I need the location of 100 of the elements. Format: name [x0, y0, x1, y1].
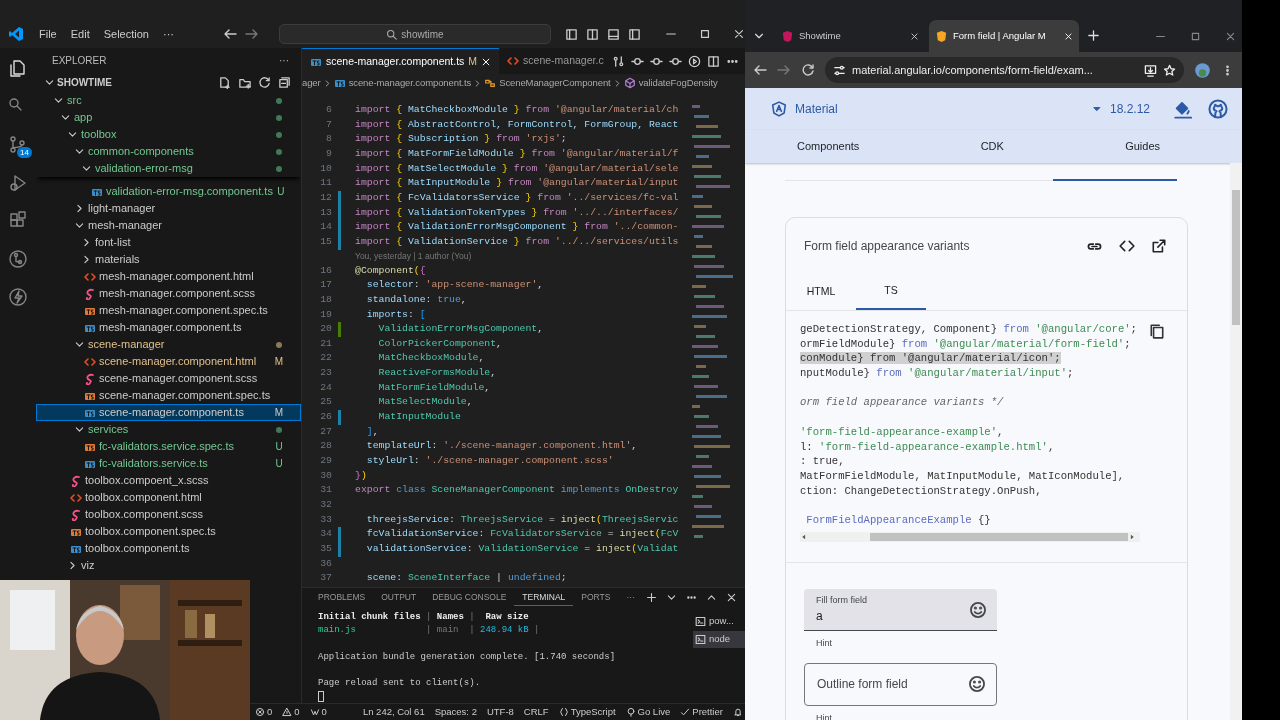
version-label[interactable]: 18.2.12 — [1109, 100, 1150, 118]
close-icon[interactable] — [733, 28, 745, 40]
new-tab-icon[interactable] — [1087, 29, 1100, 42]
folder-entry[interactable]: materials — [36, 251, 301, 268]
forward-arrow-icon[interactable] — [244, 27, 259, 41]
close-icon[interactable] — [481, 56, 492, 67]
folder-entry[interactable]: scene-manager — [36, 336, 301, 353]
refresh-icon[interactable] — [258, 75, 271, 89]
section-header[interactable]: SHOWTIME — [36, 72, 301, 92]
folder-entry[interactable]: validation-error-msg — [36, 160, 301, 177]
command-search-field[interactable]: showtime — [278, 24, 551, 44]
menu-item[interactable]: ··· — [155, 25, 181, 43]
change-marker[interactable] — [338, 220, 341, 235]
folder-entry[interactable]: common-components — [36, 143, 301, 160]
editor-split-icon[interactable] — [586, 27, 599, 41]
close-icon[interactable] — [910, 31, 919, 41]
change-marker[interactable] — [338, 234, 341, 250]
change-marker[interactable] — [338, 205, 341, 221]
back-arrow-icon[interactable] — [222, 27, 237, 41]
new-file-icon[interactable] — [218, 75, 231, 89]
explorer-entry[interactable]: scene-manager.component.ts M — [36, 404, 301, 421]
explorer-entry[interactable]: fc-validators.service.spec.ts U — [36, 438, 301, 455]
folder-entry[interactable]: services — [36, 421, 301, 438]
copy-icon[interactable] — [1149, 323, 1165, 339]
profile-avatar-icon[interactable] — [1194, 61, 1211, 79]
address-bar[interactable]: material.angular.io/components/form-field/exam... — [825, 57, 1184, 83]
code-tab[interactable]: TS — [856, 274, 926, 310]
explorer-entry[interactable]: scene-manager.component.scss — [36, 370, 301, 387]
folder-entry[interactable]: viz — [36, 557, 301, 574]
activity-bar-button[interactable]: 14 — [4, 132, 32, 158]
dropdown-icon[interactable] — [666, 592, 677, 603]
menu-item[interactable]: Edit — [63, 25, 97, 43]
forward-arrow-icon[interactable] — [777, 63, 791, 77]
collapse-all-icon[interactable] — [278, 75, 291, 89]
open-in-new-icon[interactable] — [1151, 238, 1167, 254]
new-terminal-icon[interactable] — [646, 592, 657, 603]
caret-icon[interactable] — [1091, 104, 1102, 114]
layout-icon[interactable] — [628, 27, 641, 41]
explorer-entry[interactable]: mesh-manager.component.spec.ts — [36, 302, 301, 319]
code-icon[interactable] — [1119, 238, 1135, 254]
terminal-list-item[interactable]: node — [693, 631, 745, 648]
maximize-icon[interactable] — [1190, 31, 1201, 42]
maximize-panel-icon[interactable] — [706, 592, 717, 603]
back-arrow-icon[interactable] — [753, 63, 767, 77]
folder-entry[interactable]: app — [36, 109, 301, 126]
explorer-entry[interactable]: scene-manager.component.html M — [36, 353, 301, 370]
change-marker[interactable] — [338, 322, 341, 337]
reload-icon[interactable] — [801, 63, 815, 77]
explorer-entry[interactable]: validation-error-msg.component.ts U — [36, 183, 301, 200]
folder-entry[interactable]: toolbox — [36, 126, 301, 143]
more-actions-button[interactable]: ··· — [279, 52, 289, 68]
scroll-left-icon[interactable] — [800, 532, 808, 541]
fill-form-field[interactable]: Fill form field a — [804, 589, 997, 631]
terminal-list-item[interactable]: pow... — [693, 613, 745, 630]
explorer-entry[interactable]: mesh-manager.component.html — [36, 268, 301, 285]
outline-form-field[interactable]: Outline form field — [804, 662, 997, 706]
explorer-entry[interactable]: toolbox.compoent_x.scss — [36, 472, 301, 489]
browser-tab[interactable]: Showtime — [775, 20, 925, 52]
explorer-entry[interactable]: toolbox.component.spec.ts — [36, 523, 301, 540]
editor-tab[interactable]: scene-manager.component.ts M — [302, 48, 500, 74]
folder-entry[interactable]: font-list — [36, 234, 301, 251]
status-item[interactable]: 0 — [309, 704, 327, 720]
folder-entry[interactable]: light-manager — [36, 200, 301, 217]
panel-tab[interactable]: TERMINAL — [514, 588, 574, 607]
more-tabs-button[interactable]: ··· — [618, 589, 643, 606]
change-marker[interactable] — [338, 410, 341, 425]
breadcrumb-item[interactable]: scene-manager.component.ts — [333, 75, 472, 91]
change-marker[interactable] — [338, 527, 341, 543]
nav-link[interactable]: Guides — [1125, 138, 1160, 155]
explorer-entry[interactable]: scene-manager.component.spec.ts — [36, 387, 301, 404]
explorer-entry[interactable]: fc-validators.service.ts U — [36, 455, 301, 472]
panel-tab[interactable]: OUTPUT — [373, 589, 425, 606]
panel-tab[interactable]: PROBLEMS — [310, 589, 374, 606]
folder-entry[interactable]: src — [36, 92, 301, 109]
folder-entry[interactable]: mesh-manager — [36, 217, 301, 234]
material-logo-icon[interactable] — [771, 101, 787, 117]
vertical-scrollbar[interactable] — [1230, 163, 1242, 720]
panel-tab[interactable]: PORTS — [573, 589, 619, 606]
sidebar-toggle-icon[interactable] — [565, 27, 578, 41]
status-item[interactable] — [732, 707, 743, 717]
breadcrumb-item[interactable]: validateFogDensity — [623, 75, 718, 91]
nav-link[interactable]: CDK — [980, 138, 1004, 155]
change-marker[interactable] — [338, 190, 341, 206]
status-item[interactable]: CRLF — [523, 704, 549, 720]
change-marker[interactable] — [338, 542, 341, 557]
breadcrumb-item[interactable]: ager — [302, 75, 321, 91]
maximize-icon[interactable] — [699, 28, 711, 40]
explorer-entry[interactable]: toolbox.component.ts — [36, 540, 301, 557]
brand-title[interactable]: Material — [795, 100, 1084, 118]
run-icon[interactable] — [688, 54, 701, 68]
close-icon[interactable] — [726, 592, 737, 603]
status-item[interactable]: 0 — [255, 704, 273, 720]
status-item[interactable]: Go Live — [625, 704, 671, 720]
breadcrumb-item[interactable]: SceneManagerComponent — [484, 75, 611, 91]
explorer-entry[interactable]: mesh-manager.component.scss — [36, 285, 301, 302]
explorer-entry[interactable]: mesh-manager.component.ts — [36, 319, 301, 336]
explorer-entry[interactable]: toolbox.component.html — [36, 489, 301, 506]
paint-bucket-icon[interactable] — [1172, 99, 1192, 119]
menu-item[interactable]: File — [32, 25, 64, 43]
nav-link[interactable]: Components — [797, 138, 860, 155]
